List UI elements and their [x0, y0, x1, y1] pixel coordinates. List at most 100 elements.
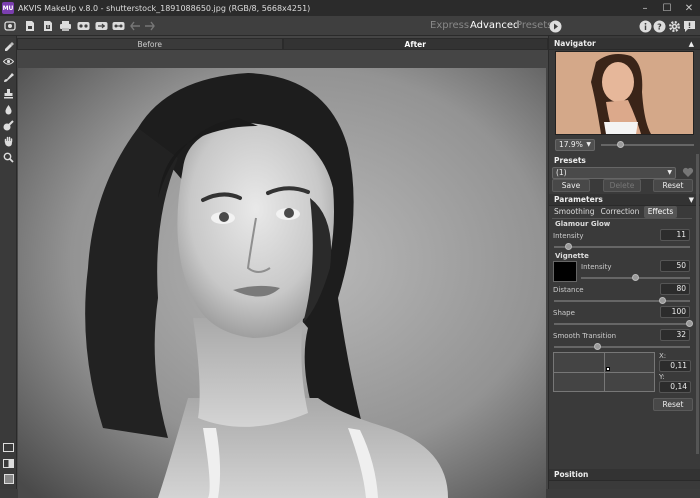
zoom-dropdown[interactable]: 17.9% ▼	[555, 139, 595, 151]
preset-select[interactable]: (1) ▼	[552, 167, 676, 179]
plugin-icon[interactable]	[111, 19, 125, 33]
close-button[interactable]: ✕	[678, 0, 700, 16]
navigator-preview	[556, 52, 693, 134]
parameters-title: Parameters	[554, 195, 603, 204]
window-title: AKVIS MakeUp v.8.0 - shutterstock_189108…	[18, 3, 311, 13]
home-icon[interactable]	[3, 19, 17, 33]
chevron-down-icon: ▼	[667, 169, 672, 176]
batch-processing-icon[interactable]	[76, 19, 90, 33]
glamour-glow-title: Glamour Glow	[555, 220, 611, 228]
title-bar: MU AKVIS MakeUp v.8.0 - shutterstock_189…	[0, 0, 700, 16]
tab-effects[interactable]: Effects	[644, 206, 677, 218]
main-toolbar: Express Advanced Presets ?	[0, 16, 700, 36]
tools-panel	[0, 36, 17, 489]
hand-icon[interactable]	[2, 135, 15, 148]
app-logo-icon: MU	[2, 2, 14, 14]
vignette-distance-thumb[interactable]	[658, 297, 666, 304]
chevron-down-icon: ▼	[586, 141, 591, 148]
mode-express[interactable]: Express	[430, 20, 469, 31]
vignette-intensity-label: Intensity	[581, 263, 612, 271]
parameters-reset-button[interactable]: Reset	[653, 398, 693, 411]
vignette-shape-slider[interactable]	[554, 323, 690, 325]
smooth-transition-label: Smooth Transition	[553, 332, 617, 340]
vignette-intensity-value[interactable]: 50	[660, 260, 690, 272]
open-file-icon[interactable]	[23, 19, 37, 33]
chevron-up-icon[interactable]: ▲	[689, 38, 694, 50]
minimize-button[interactable]: –	[634, 0, 656, 16]
favorite-heart-icon[interactable]	[682, 166, 694, 178]
preset-reset-button[interactable]: Reset	[653, 179, 693, 192]
position-title: Position	[554, 470, 589, 479]
preset-delete-button[interactable]: Delete	[603, 179, 641, 192]
eye-icon[interactable]	[2, 55, 15, 68]
photo-canvas[interactable]	[18, 68, 546, 498]
mode-advanced[interactable]: Advanced	[470, 20, 519, 31]
smooth-transition-slider[interactable]	[554, 346, 690, 348]
undo-icon[interactable]	[128, 19, 142, 33]
share-icon[interactable]	[94, 19, 108, 33]
vignette-shape-thumb[interactable]	[686, 320, 693, 327]
parameters-header[interactable]: Parameters ▼	[549, 194, 700, 206]
position-header[interactable]: Position	[549, 469, 700, 481]
tabs-divider	[552, 218, 692, 219]
panel-scrollbar[interactable]	[696, 154, 699, 454]
zoom-value: 17.9%	[559, 140, 583, 149]
drop-icon[interactable]	[2, 103, 15, 116]
tab-smoothing[interactable]: Smoothing	[554, 206, 595, 218]
maximize-button[interactable]: ☐	[656, 0, 678, 16]
tab-correction[interactable]: Correction	[600, 206, 640, 218]
zoom-slider-thumb[interactable]	[617, 141, 624, 148]
window-controls: – ☐ ✕	[634, 0, 700, 16]
save-file-icon[interactable]	[41, 19, 55, 33]
tips-icon[interactable]	[682, 19, 696, 33]
zoom-icon[interactable]	[2, 151, 15, 164]
vignette-center-grid[interactable]	[553, 352, 655, 392]
svg-text:?: ?	[657, 22, 662, 31]
vignette-color-swatch[interactable]	[553, 261, 577, 282]
glamour-intensity-slider[interactable]	[554, 246, 690, 248]
navigator-thumbnail[interactable]	[555, 51, 694, 135]
vignette-shape-label: Shape	[553, 309, 575, 317]
vignette-y-value[interactable]: 0,14	[659, 381, 691, 393]
vignette-y-label: Y:	[659, 373, 665, 381]
retouch-brush-icon[interactable]	[2, 39, 15, 52]
vignette-intensity-thumb[interactable]	[631, 274, 639, 281]
info-icon[interactable]	[638, 19, 652, 33]
canvas-area: Before After	[17, 36, 548, 498]
zoom-slider[interactable]	[601, 144, 694, 146]
tab-before[interactable]: Before	[17, 38, 283, 50]
presets-title: Presets	[554, 156, 586, 165]
run-icon[interactable]	[548, 19, 562, 33]
settings-gear-icon[interactable]	[667, 19, 681, 33]
stamp-icon[interactable]	[2, 87, 15, 100]
preset-selected-value: (1)	[556, 168, 567, 177]
glamour-intensity-label: Intensity	[553, 232, 584, 240]
chevron-down-icon[interactable]: ▼	[689, 194, 694, 206]
navigator-title: Navigator	[554, 39, 596, 48]
navigator-header[interactable]: Navigator ▲	[549, 38, 700, 50]
vignette-distance-value[interactable]: 80	[660, 283, 690, 295]
vignette-x-value[interactable]: 0,11	[659, 360, 691, 372]
before-after-tabs: Before After	[17, 38, 548, 50]
glamour-intensity-thumb[interactable]	[564, 243, 572, 250]
print-icon[interactable]	[58, 19, 72, 33]
portrait-photo	[18, 68, 546, 498]
view-compare-icon[interactable]	[2, 457, 15, 470]
preset-save-button[interactable]: Save	[552, 179, 590, 192]
tab-after[interactable]: After	[282, 38, 548, 50]
color-picker-icon[interactable]	[2, 119, 15, 132]
mode-presets[interactable]: Presets	[516, 20, 552, 31]
view-single-icon[interactable]	[2, 441, 15, 454]
vignette-center-marker[interactable]	[606, 367, 610, 371]
help-icon[interactable]: ?	[652, 19, 666, 33]
vignette-distance-slider[interactable]	[554, 300, 690, 302]
smooth-transition-value[interactable]: 32	[660, 329, 690, 341]
settings-panel: Navigator ▲ 17.9% ▼ Presets (1) ▼ Save D…	[548, 36, 700, 489]
redo-icon[interactable]	[142, 19, 156, 33]
glamour-intensity-value[interactable]: 11	[660, 229, 690, 241]
color-swatch-icon[interactable]	[2, 472, 15, 485]
grid-horizontal-line	[554, 372, 654, 373]
brush-icon[interactable]	[2, 71, 15, 84]
vignette-shape-value[interactable]: 100	[660, 306, 690, 318]
smooth-transition-thumb[interactable]	[593, 343, 601, 350]
